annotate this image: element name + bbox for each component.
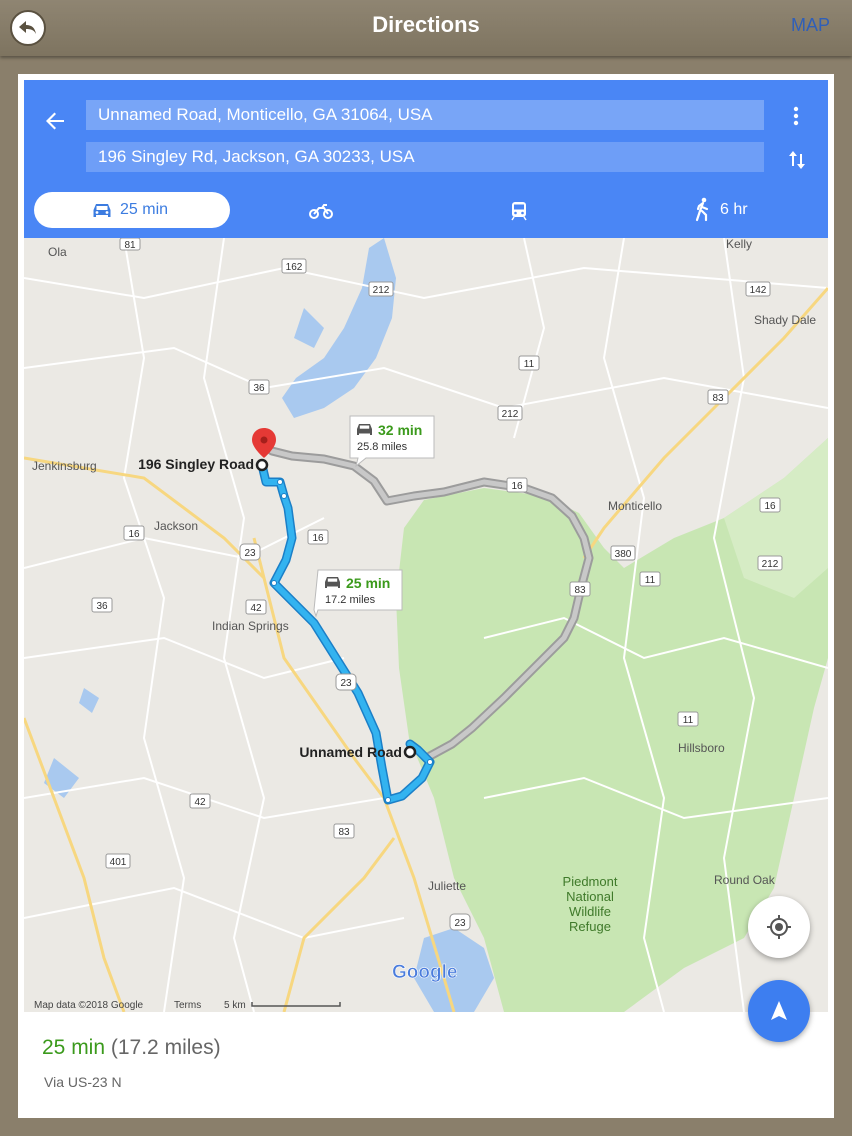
alternate-route-distance: 25.8 miles	[357, 441, 408, 453]
car-icon	[325, 577, 340, 588]
highway-shield: 23	[454, 918, 466, 929]
map-scale-label: 5 km	[224, 1000, 246, 1011]
place-label: Hillsboro	[678, 741, 725, 755]
place-label: Monticello	[608, 499, 662, 513]
alternate-route-callout[interactable]: 32 min 25.8 miles	[349, 415, 435, 468]
highway-shield: 16	[312, 533, 324, 544]
summary-time: 25 min	[42, 1036, 106, 1059]
highway-shield: 11	[524, 359, 535, 370]
highway-shield: 36	[253, 383, 265, 394]
park-label: Wildlife	[569, 904, 611, 919]
mode-transit-tab[interactable]	[510, 192, 534, 228]
my-location-icon	[767, 915, 791, 939]
top-app-bar: Directions MAP	[0, 0, 852, 56]
main-route-distance: 17.2 miles	[325, 594, 376, 606]
swap-icon[interactable]	[786, 148, 808, 172]
highway-shield: 142	[750, 285, 767, 296]
google-logo: Google	[392, 962, 457, 983]
highway-shield: 83	[712, 393, 724, 404]
route-map: Ola Kelly Shady Dale Jenkinsburg Jackson…	[24, 238, 828, 1012]
highway-shield: 16	[128, 529, 140, 540]
place-label: Round Oak	[714, 873, 776, 887]
back-button[interactable]	[10, 10, 46, 46]
navigation-arrow-icon	[771, 1001, 787, 1020]
origin-field[interactable]: Unnamed Road, Monticello, GA 31064, USA	[86, 100, 764, 130]
train-icon	[511, 202, 527, 221]
walking-icon	[695, 197, 709, 222]
place-label: Shady Dale	[754, 313, 816, 327]
route-summary[interactable]: 25 min (17.2 miles)	[42, 1036, 221, 1060]
highway-shield: 23	[244, 548, 256, 559]
place-label: Jenkinsburg	[32, 459, 97, 473]
directions-card: Unnamed Road, Monticello, GA 31064, USA …	[18, 74, 834, 1118]
map-attribution: Map data ©2018 Google	[34, 1000, 144, 1011]
highway-shield: 16	[764, 501, 776, 512]
highway-shield: 11	[683, 715, 694, 726]
alternate-route-time: 32 min	[378, 422, 422, 438]
highway-shield: 212	[502, 409, 519, 420]
directions-header: Unnamed Road, Monticello, GA 31064, USA …	[24, 80, 828, 238]
start-navigation-button[interactable]	[748, 980, 810, 1042]
main-route-callout[interactable]: 25 min 17.2 miles	[313, 569, 403, 618]
place-label: Juliette	[428, 879, 466, 893]
highway-shield: 401	[110, 857, 127, 868]
my-location-button[interactable]	[748, 896, 810, 958]
map-button[interactable]: MAP	[791, 15, 830, 36]
destination-map-label: 196 Singley Road	[138, 456, 254, 472]
more-options-icon[interactable]	[788, 105, 804, 127]
mode-driving-label: 25 min	[120, 201, 169, 218]
mode-motorcycle-tab[interactable]	[309, 192, 339, 228]
route-via: Via US-23 N	[44, 1074, 122, 1090]
back-arrow-icon	[19, 21, 36, 34]
mode-driving-tab[interactable]: 25 min	[34, 192, 230, 228]
highway-shield: 212	[373, 285, 390, 296]
highway-shield: 11	[645, 575, 656, 586]
car-icon	[357, 424, 372, 435]
car-icon	[93, 204, 111, 217]
summary-distance: (17.2 miles)	[110, 1036, 221, 1059]
highway-shield: 380	[615, 549, 632, 560]
highway-shield: 81	[124, 240, 136, 251]
place-label: Indian Springs	[212, 619, 289, 633]
highway-shield: 23	[340, 678, 352, 689]
place-label: Jackson	[154, 519, 198, 533]
highway-shield: 16	[511, 481, 523, 492]
highway-shield: 42	[194, 797, 206, 808]
map-scale-bar	[251, 1002, 341, 1007]
park-label: Piedmont	[563, 874, 618, 889]
back-arrow-icon[interactable]	[44, 110, 66, 132]
highway-shield: 212	[762, 559, 779, 570]
mode-walking-tab[interactable]: 6 hr	[694, 192, 784, 228]
motorcycle-icon	[309, 204, 333, 219]
park-label: Refuge	[569, 919, 611, 934]
destination-field[interactable]: 196 Singley Rd, Jackson, GA 30233, USA	[86, 142, 764, 172]
place-label: Ola	[48, 245, 67, 259]
park-label: National	[566, 889, 614, 904]
highway-shield: 83	[574, 585, 586, 596]
page-title: Directions	[372, 12, 480, 37]
highway-shield: 36	[96, 601, 108, 612]
place-label: Kelly	[726, 238, 752, 251]
map-view[interactable]: Ola Kelly Shady Dale Jenkinsburg Jackson…	[24, 238, 828, 1012]
highway-shield: 162	[286, 262, 303, 273]
highway-shield: 83	[338, 827, 350, 838]
highway-shield: 42	[250, 603, 262, 614]
mode-walking-label: 6 hr	[720, 201, 748, 218]
origin-map-label: Unnamed Road	[299, 744, 402, 760]
main-route-time: 25 min	[346, 575, 390, 591]
origin-marker-icon[interactable]	[403, 745, 417, 759]
terms-link[interactable]: Terms	[174, 1000, 201, 1011]
